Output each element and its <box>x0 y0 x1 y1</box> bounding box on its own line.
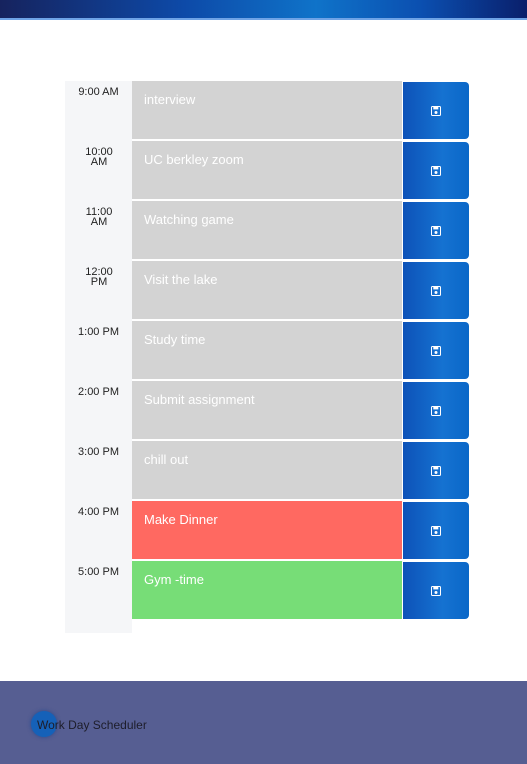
event-textarea[interactable]: interview <box>132 81 402 140</box>
save-button[interactable] <box>403 322 469 379</box>
app-title: Work Day Scheduler <box>37 718 147 732</box>
header-bar <box>0 0 527 20</box>
hour-label: 10:00 AM <box>85 146 113 168</box>
floppy-disk-icon <box>431 345 441 356</box>
hour-label: 9:00 AM <box>78 86 119 98</box>
save-button[interactable] <box>403 382 469 439</box>
event-textarea[interactable]: Watching game <box>132 201 402 260</box>
event-textarea[interactable]: Gym -time <box>132 561 402 620</box>
time-block-row: 5:00 PM Gym -time <box>65 561 470 621</box>
time-block-row: 4:00 PM Make Dinner <box>65 501 470 561</box>
event-textarea[interactable]: UC berkley zoom <box>132 141 402 200</box>
time-block-row: 12:00 PM Visit the lake <box>65 261 470 321</box>
save-button[interactable] <box>403 262 469 319</box>
hour-label: 1:00 PM <box>78 326 119 338</box>
save-button[interactable] <box>403 82 469 139</box>
save-button[interactable] <box>403 502 469 559</box>
event-textarea[interactable]: Study time <box>132 321 402 380</box>
save-button[interactable] <box>403 142 469 199</box>
floppy-disk-icon <box>431 225 441 236</box>
floppy-disk-icon <box>431 285 441 296</box>
time-block-row: 10:00 AM UC berkley zoom <box>65 141 470 201</box>
hour-label: 12:00 PM <box>85 266 113 288</box>
floppy-disk-icon <box>431 525 441 536</box>
hour-label: 2:00 PM <box>78 386 119 398</box>
event-textarea[interactable]: Visit the lake <box>132 261 402 320</box>
hour-label: 5:00 PM <box>78 566 119 578</box>
save-button[interactable] <box>403 202 469 259</box>
event-textarea[interactable]: Submit assignment <box>132 381 402 440</box>
save-button[interactable] <box>403 562 469 619</box>
time-block-row: 2:00 PM Submit assignment <box>65 381 470 441</box>
header-divider <box>0 18 527 20</box>
footer: Work Day Scheduler <box>0 681 527 764</box>
time-block-row: 1:00 PM Study time <box>65 321 470 381</box>
floppy-disk-icon <box>431 465 441 476</box>
hour-label: 11:00 AM <box>85 206 113 228</box>
event-textarea[interactable]: Make Dinner <box>132 501 402 560</box>
scheduler: 9:00 AM interview 10:00 AM UC berkley zoom 1… <box>65 81 470 633</box>
time-block-row: 11:00 AM Watching game <box>65 201 470 261</box>
time-block-row: 9:00 AM interview <box>65 81 470 141</box>
time-block-list: 9:00 AM interview 10:00 AM UC berkley zoom 1… <box>65 81 470 621</box>
hour-label: 3:00 PM <box>78 446 119 458</box>
save-button[interactable] <box>403 442 469 499</box>
floppy-disk-icon <box>431 405 441 416</box>
page: 9:00 AM interview 10:00 AM UC berkley zoom 1… <box>0 0 527 764</box>
time-block-row: 3:00 PM chill out <box>65 441 470 501</box>
hour-label: 4:00 PM <box>78 506 119 518</box>
floppy-disk-icon <box>431 165 441 176</box>
event-textarea[interactable]: chill out <box>132 441 402 500</box>
floppy-disk-icon <box>431 105 441 116</box>
floppy-disk-icon <box>431 585 441 596</box>
